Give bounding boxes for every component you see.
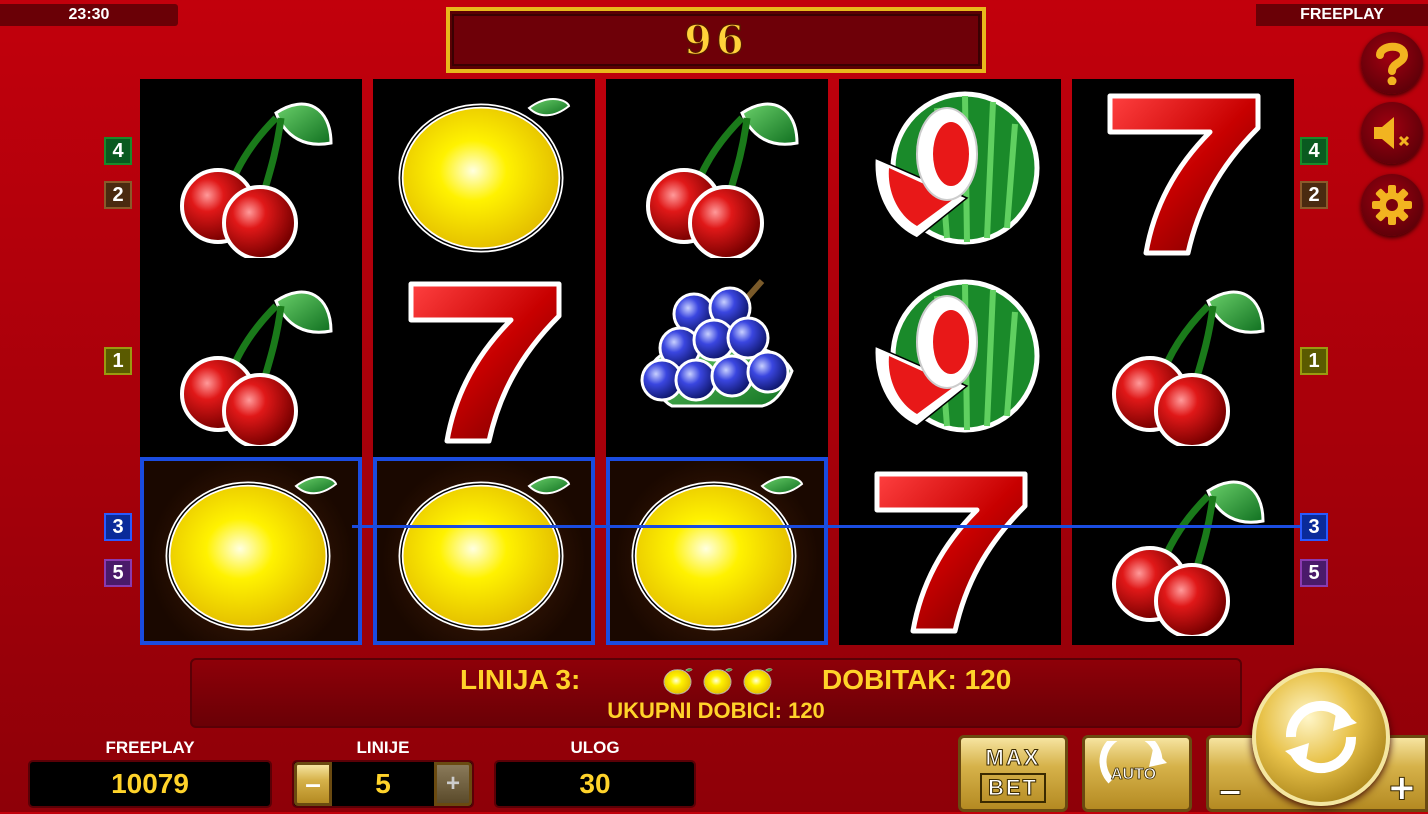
lemon-icon [156,466,346,636]
bet-label: ULOG [570,738,620,757]
clock: 23:30 [0,4,178,26]
cherry-icon [1088,276,1278,446]
payline-3 [352,525,1302,528]
bet-minus-button[interactable]: – [1218,768,1241,813]
spin-button[interactable] [1252,668,1390,806]
max-bet-max: MAX [985,744,1041,770]
win-symbols [662,666,774,696]
reel-symbol-lemon [606,457,828,645]
lemon-mini-icon [702,666,734,696]
lines-minus-button[interactable]: – [294,762,332,806]
balance-value: 10079 [28,760,272,808]
help-button[interactable] [1361,32,1423,94]
reel-symbol-lemon [373,457,595,645]
lines-plus-button[interactable]: + [434,762,472,806]
jackpot-display: 96 [446,7,986,73]
reel-symbol-watermelon [839,267,1061,455]
line-badge-4: 4 [104,137,132,165]
win-amount: DOBITAK: 120 [822,664,1012,695]
lemon-icon [389,466,579,636]
line-badge-4: 4 [1300,137,1328,165]
auto-button[interactable]: AUTO [1082,735,1192,812]
help-icon [1376,42,1409,85]
seven-icon [389,276,579,446]
reel-symbol-seven [373,267,595,455]
lemon-mini-icon [742,666,774,696]
line-badge-1: 1 [1300,347,1328,375]
bet-plus-button[interactable]: + [1389,764,1416,814]
reel-4 [839,79,1061,645]
reel-symbol-lemon [140,457,362,645]
reel-2 [373,79,595,645]
cherry-icon [622,88,812,258]
sound-muted-icon [1374,117,1410,149]
watermelon-icon [855,276,1045,446]
line-badge-5: 5 [104,559,132,587]
total-win: UKUPNI DOBICI: 120 [607,698,825,723]
reel-symbol-watermelon [839,79,1061,267]
reel-5 [1072,79,1294,645]
grapes-icon [622,276,812,446]
win-line-label: LINIJA 3: [460,664,581,695]
lemon-icon [389,88,579,258]
reel-1 [140,79,362,645]
seven-icon [855,466,1045,636]
mode-label: FREEPLAY [1256,4,1428,26]
reel-symbol-grapes [606,267,828,455]
line-badge-5: 5 [1300,559,1328,587]
settings-gear-icon [1372,185,1412,225]
sound-button[interactable] [1361,102,1423,164]
max-bet-bet: BET [980,772,1046,803]
reel-symbol-cherry [140,79,362,267]
lemon-mini-icon [662,666,694,696]
reel-symbol-seven [839,457,1061,645]
line-badge-3: 3 [1300,513,1328,541]
lemon-icon [622,466,812,636]
reel-symbol-cherry [140,267,362,455]
cherry-icon [156,88,346,258]
bet-value: 30 [494,760,696,808]
reel-symbol-cherry [1072,267,1294,455]
jackpot-value: 96 [452,14,980,66]
line-badge-2: 2 [1300,181,1328,209]
reel-symbol-cherry [606,79,828,267]
auto-label: AUTO [1111,766,1157,784]
line-badge-2: 2 [104,181,132,209]
lines-value: 5 [375,768,391,799]
max-bet-button[interactable]: MAX BET [958,735,1068,812]
line-badge-3: 3 [104,513,132,541]
win-panel: LINIJA 3: DOBITAK: 120 UKUPNI DOBICI: 12… [190,658,1242,728]
reel-symbol-lemon [373,79,595,267]
settings-button[interactable] [1361,174,1423,236]
spin-icon [1285,700,1357,774]
reel-symbol-cherry [1072,457,1294,645]
lines-label: LINIJE [356,738,410,757]
seven-icon [1088,88,1278,258]
cherry-icon [1088,466,1278,636]
line-badge-1: 1 [104,347,132,375]
reel-3 [606,79,828,645]
cherry-icon [156,276,346,446]
balance-label: FREEPLAY [105,738,195,757]
watermelon-icon [855,88,1045,258]
reel-symbol-seven [1072,79,1294,267]
